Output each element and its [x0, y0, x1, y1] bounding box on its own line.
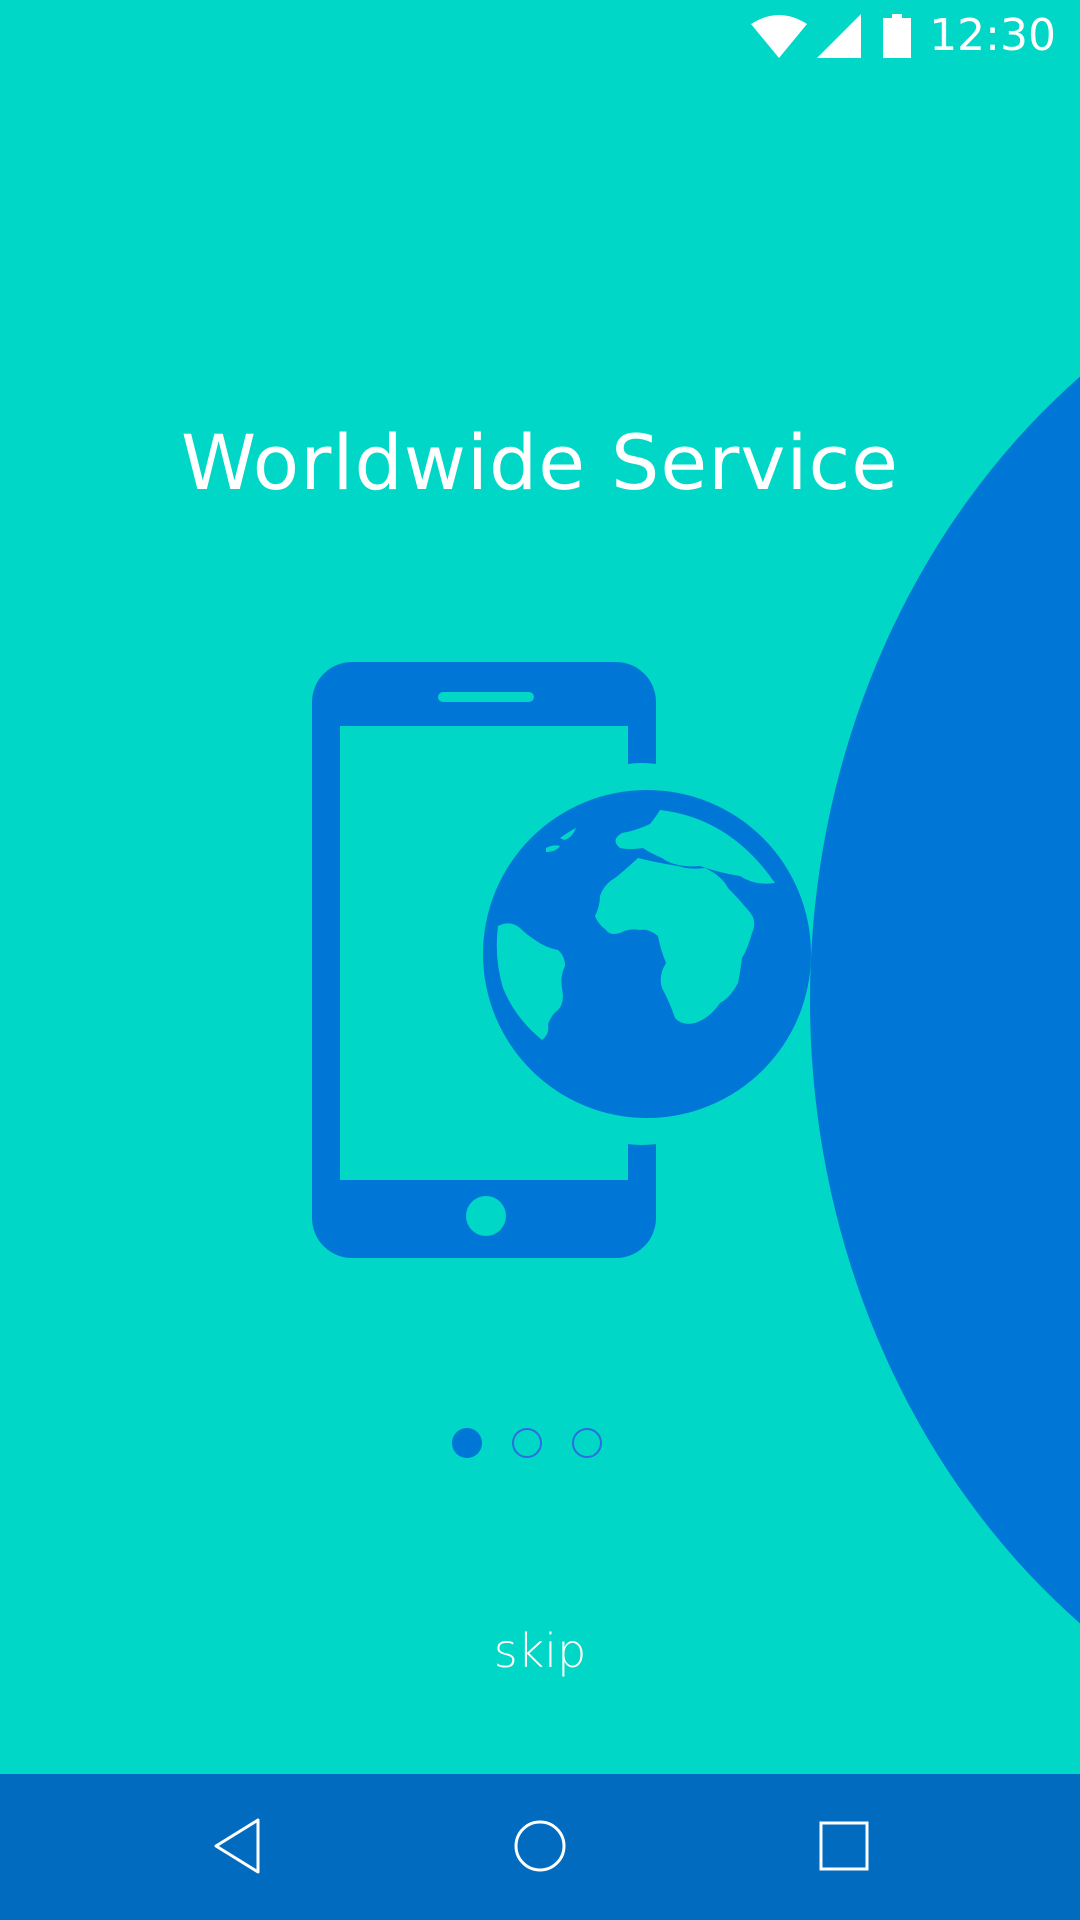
back-icon: [212, 1816, 264, 1880]
page-indicator: [452, 1428, 602, 1458]
home-icon: [513, 1819, 567, 1877]
recents-icon: [818, 1820, 870, 1876]
navigation-bar: [0, 1774, 1080, 1920]
page-dot-2[interactable]: [512, 1428, 542, 1458]
status-icons: 12:30: [751, 12, 1056, 60]
page-dot-3[interactable]: [572, 1428, 602, 1458]
status-bar: 12:30: [0, 0, 1080, 72]
cellular-signal-icon: [817, 14, 862, 58]
page-title: Worldwide Service: [180, 418, 900, 507]
page-dot-1[interactable]: [452, 1428, 482, 1458]
back-button[interactable]: [188, 1798, 288, 1898]
wifi-icon: [751, 14, 808, 58]
phone-globe-icon: [310, 658, 820, 1258]
onboarding-screen: 12:30 Worldwide Service skip: [0, 0, 1080, 1920]
recents-button[interactable]: [794, 1798, 894, 1898]
skip-button[interactable]: skip: [0, 1624, 1080, 1678]
status-time: 12:30: [929, 10, 1056, 61]
home-button[interactable]: [490, 1798, 590, 1898]
battery-icon: [883, 14, 912, 58]
